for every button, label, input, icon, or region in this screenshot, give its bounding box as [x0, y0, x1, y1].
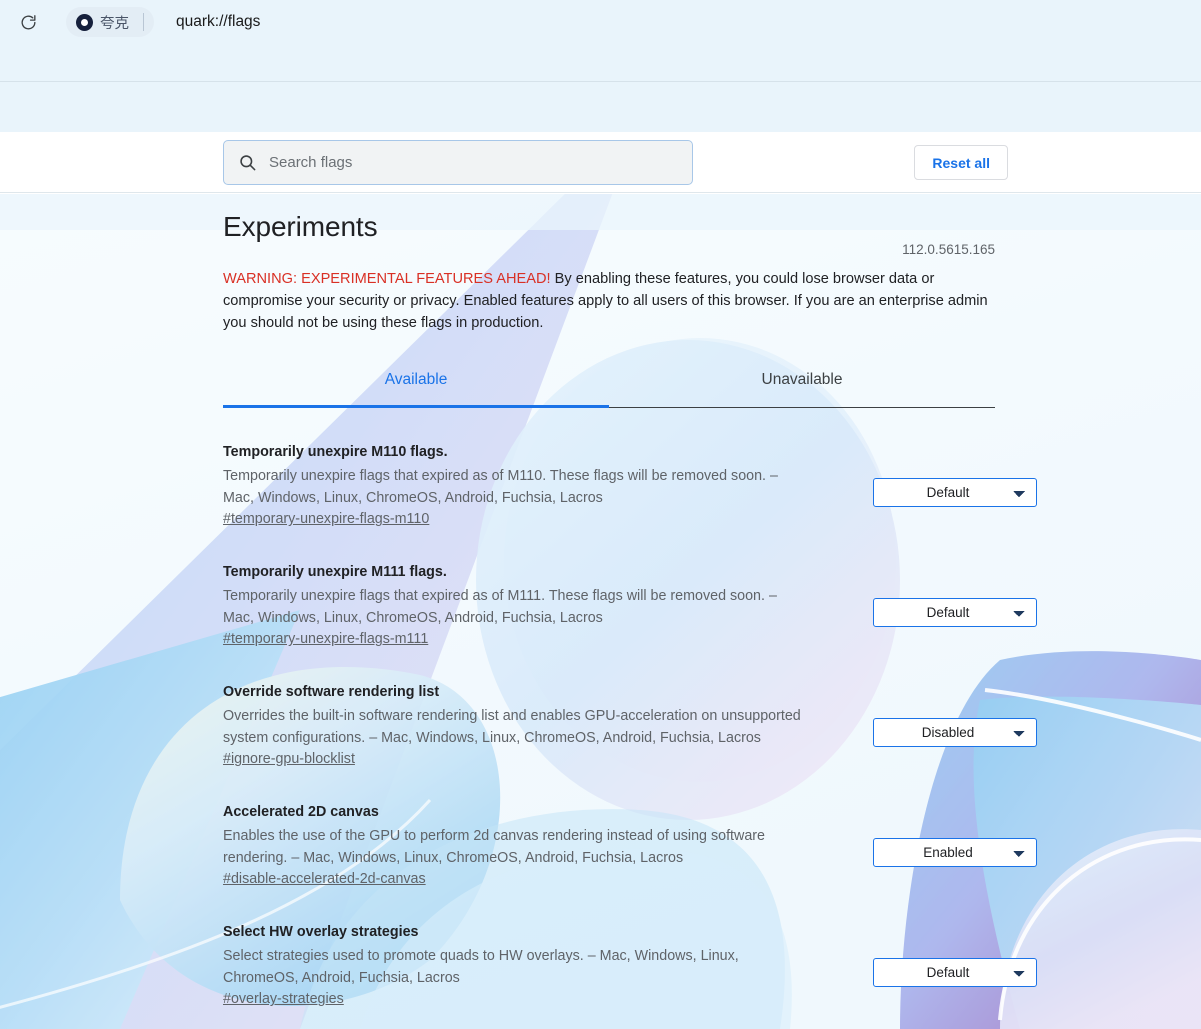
flag-select-wrapper: DefaultEnabledDisabled [873, 478, 1037, 508]
flag-row: Temporarily unexpire M111 flags. Temporar… [223, 528, 1037, 648]
search-input[interactable] [269, 154, 669, 171]
flag-state-select[interactable]: DefaultEnabledDisabled [873, 958, 1037, 988]
flag-state-select[interactable]: DefaultEnabledDisabled [873, 718, 1037, 748]
experimental-warning: WARNING: EXPERIMENTAL FEATURES AHEAD! By… [223, 269, 995, 334]
flag-description: Enables the use of the GPU to perform 2d… [223, 828, 766, 866]
flag-permalink[interactable]: #ignore-gpu-blocklist [223, 751, 355, 767]
search-icon [238, 153, 257, 172]
browser-toolbar: 夸克 quark://flags [0, 0, 1201, 44]
page-title: Experiments [223, 211, 378, 242]
chrome-divider [0, 81, 1201, 82]
flag-text-block: Override software rendering list Override… [223, 683, 801, 768]
flag-select-wrapper: DefaultEnabledDisabled [873, 718, 1037, 748]
browser-secondary-band [0, 44, 1201, 132]
omnibox-url-text: quark://flags [176, 13, 261, 30]
flag-permalink[interactable]: #temporary-unexpire-flags-m111 [223, 631, 428, 647]
flag-description: Temporarily unexpire flags that expired … [223, 468, 778, 506]
flag-permalink[interactable]: #disable-accelerated-2d-canvas [223, 871, 426, 887]
flag-title: Temporarily unexpire M110 flags. [223, 444, 448, 461]
reload-button[interactable] [12, 6, 44, 38]
flag-state-select[interactable]: DefaultEnabledDisabled [873, 598, 1037, 628]
quark-brand-label: 夸克 [100, 15, 129, 32]
reset-all-button[interactable]: Reset all [914, 145, 1008, 180]
flag-title: Select HW overlay strategies [223, 924, 419, 941]
flag-row: Temporarily unexpire M110 flags. Temporar… [223, 408, 1037, 528]
flag-title: Override software rendering list [223, 684, 440, 701]
omnibox-separator [143, 13, 144, 31]
flag-text-block: Accelerated 2D canvas Enables the use of … [223, 803, 801, 888]
reload-icon [21, 14, 36, 29]
warning-headline: WARNING: EXPERIMENTAL FEATURES AHEAD! [223, 271, 551, 287]
flags-search-bar: Reset all [0, 132, 1201, 193]
flags-page-body: Experiments 112.0.5615.165 WARNING: EXPE… [0, 194, 1201, 1029]
flag-permalink[interactable]: #overlay-strategies [223, 991, 344, 1007]
omnibox-identity-chip[interactable]: 夸克 [66, 7, 154, 37]
search-box[interactable] [223, 140, 693, 185]
title-row: Experiments 112.0.5615.165 [223, 211, 995, 261]
omnibox[interactable]: 夸克 quark://flags [54, 7, 1193, 37]
flag-text-block: Temporarily unexpire M111 flags. Temporar… [223, 563, 801, 648]
flag-row: Accelerated 2D canvas Enables the use of … [223, 768, 1037, 888]
flag-state-select[interactable]: DefaultEnabledDisabled [873, 838, 1037, 868]
flags-content: Experiments 112.0.5615.165 WARNING: EXPE… [0, 194, 1201, 1008]
flag-select-wrapper: DefaultEnabledDisabled [873, 598, 1037, 628]
flag-title: Accelerated 2D canvas [223, 804, 379, 821]
flag-text-block: Select HW overlay strategies Select strat… [223, 923, 801, 1008]
flag-list: Temporarily unexpire M110 flags. Temporar… [223, 408, 1037, 1008]
flag-select-wrapper: DefaultEnabledDisabled [873, 958, 1037, 988]
flag-row: Select HW overlay strategies Select strat… [223, 888, 1037, 1008]
flags-tabs: Available Unavailable [223, 371, 995, 409]
quark-logo-icon [76, 13, 93, 31]
flag-description: Select strategies used to promote quads … [223, 948, 739, 986]
browser-version: 112.0.5615.165 [902, 242, 995, 257]
tab-unavailable[interactable]: Unavailable [609, 371, 995, 401]
flag-select-wrapper: DefaultEnabledDisabled [873, 838, 1037, 868]
flag-title: Temporarily unexpire M111 flags. [223, 564, 447, 581]
flag-permalink[interactable]: #temporary-unexpire-flags-m110 [223, 511, 429, 527]
flag-text-block: Temporarily unexpire M110 flags. Temporar… [223, 443, 801, 528]
tab-available[interactable]: Available [223, 371, 609, 401]
flag-row: Override software rendering list Override… [223, 648, 1037, 768]
flag-state-select[interactable]: DefaultEnabledDisabled [873, 478, 1037, 508]
flag-description: Overrides the built-in software renderin… [223, 708, 801, 746]
flag-description: Temporarily unexpire flags that expired … [223, 588, 777, 626]
